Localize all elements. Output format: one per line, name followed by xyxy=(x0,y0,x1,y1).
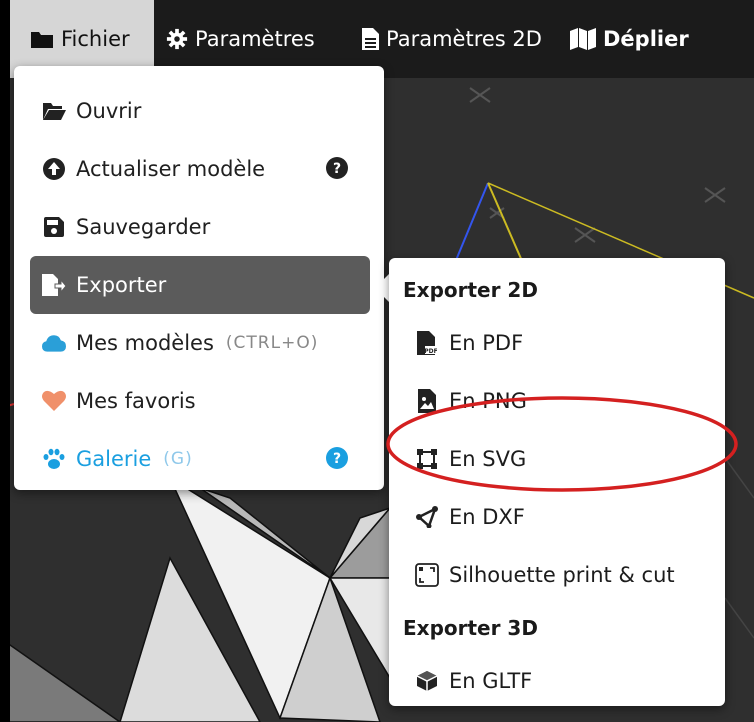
export-pdf-item[interactable]: PDF En PDF xyxy=(389,314,725,372)
menu-item-mes-favoris[interactable]: Mes favoris xyxy=(30,372,370,430)
cube-icon xyxy=(415,669,439,693)
menu-fichier-label: Fichier xyxy=(61,27,130,51)
cloud-icon xyxy=(42,331,66,355)
submenu-pointer xyxy=(375,274,389,302)
shortcut-hint: (CTRL+O) xyxy=(225,333,319,353)
export-png-item[interactable]: En PNG xyxy=(389,372,725,430)
menu-item-galerie[interactable]: Galerie (G) ? xyxy=(30,430,370,488)
submenu-item-label: En GLTF xyxy=(449,669,533,693)
floppy-disk-icon xyxy=(42,215,66,239)
menu-item-actualiser-modele[interactable]: Actualiser modèle ? xyxy=(30,140,370,198)
question-circle-icon[interactable]: ? xyxy=(326,157,350,181)
draw-polygon-icon xyxy=(415,505,439,529)
submenu-header-2d: Exporter 2D xyxy=(403,278,538,302)
export-dxf-item[interactable]: En DXF xyxy=(389,488,725,546)
menu-deplier-label: Déplier xyxy=(603,27,689,51)
submenu-header-3d: Exporter 3D xyxy=(403,616,538,640)
menu-item-sauvegarder[interactable]: Sauvegarder xyxy=(30,198,370,256)
svg-text:PDF: PDF xyxy=(424,348,437,355)
submenu-item-label: En SVG xyxy=(449,447,527,471)
menu-parametres-2d-label: Paramètres 2D xyxy=(386,27,542,51)
question-circle-icon[interactable]: ? xyxy=(326,447,350,471)
pdf-file-icon: PDF xyxy=(415,331,439,355)
file-dropdown-menu: Ouvrir Actualiser modèle ? Sauvegarder E… xyxy=(14,66,384,490)
export-svg-item[interactable]: En SVG xyxy=(389,430,725,488)
paw-icon xyxy=(42,447,66,471)
export-submenu: Exporter 2D PDF En PDF En PNG En SVG En … xyxy=(389,258,725,706)
submenu-item-label: En DXF xyxy=(449,505,525,529)
window-edge xyxy=(0,0,10,722)
menu-deplier[interactable]: Déplier xyxy=(558,0,754,78)
submenu-item-label: Silhouette print & cut xyxy=(449,563,675,587)
gear-icon xyxy=(166,28,188,50)
submenu-item-label: En PNG xyxy=(449,389,527,413)
menu-item-label: Actualiser modèle xyxy=(76,157,266,181)
print-cut-frame-icon xyxy=(415,563,439,587)
map-icon xyxy=(570,28,596,50)
menu-item-label: Galerie xyxy=(76,447,152,471)
menu-item-ouvrir[interactable]: Ouvrir xyxy=(30,82,370,140)
open-folder-icon xyxy=(42,99,66,123)
menu-item-label: Exporter xyxy=(76,273,167,297)
svg-text:?: ? xyxy=(333,451,341,467)
export-gltf-item[interactable]: En GLTF xyxy=(389,652,725,710)
image-file-icon xyxy=(415,389,439,413)
upload-circle-icon xyxy=(42,157,66,181)
file-export-icon xyxy=(42,273,66,297)
menu-item-mes-modeles[interactable]: Mes modèles (CTRL+O) xyxy=(30,314,370,372)
vector-square-icon xyxy=(415,447,439,471)
submenu-item-label: En PDF xyxy=(449,331,524,355)
menu-item-exporter[interactable]: Exporter xyxy=(30,256,370,314)
heart-icon xyxy=(42,389,66,413)
menu-item-label: Mes favoris xyxy=(76,389,196,413)
export-silhouette-item[interactable]: Silhouette print & cut xyxy=(389,546,725,604)
menu-item-label: Sauvegarder xyxy=(76,215,211,239)
menu-parametres-label: Paramètres xyxy=(195,27,315,51)
menu-item-label: Mes modèles xyxy=(76,331,214,355)
folder-icon xyxy=(30,29,54,49)
document-icon xyxy=(362,28,379,50)
svg-text:?: ? xyxy=(333,161,341,177)
menu-item-label: Ouvrir xyxy=(76,99,142,123)
shortcut-hint: (G) xyxy=(163,449,193,469)
